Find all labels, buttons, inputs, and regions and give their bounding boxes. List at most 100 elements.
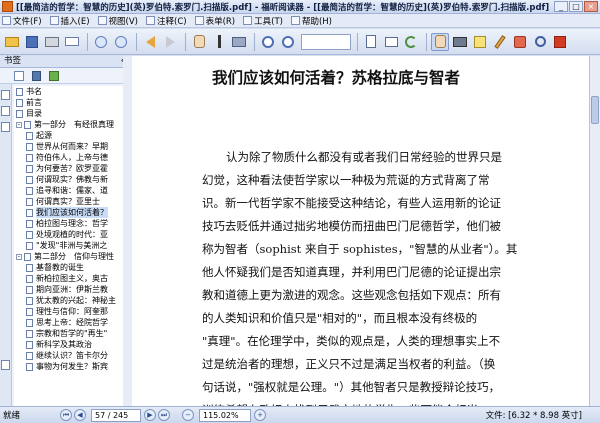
prev-page-nav-button[interactable]: ◀ bbox=[74, 409, 86, 421]
bookmark-item[interactable]: 理性与信仰：阿奎那 bbox=[14, 306, 126, 317]
bookmark-item[interactable]: 符伯伟人，上帝与德 bbox=[14, 152, 126, 163]
bookmark-item[interactable]: 前言 bbox=[14, 97, 126, 108]
search-button[interactable] bbox=[531, 33, 549, 51]
bookmark-item[interactable]: 何谓真实？亚里士 bbox=[14, 196, 126, 207]
last-page-nav-button[interactable]: ⏭ bbox=[158, 409, 170, 421]
bookmark-properties-icon[interactable] bbox=[49, 70, 59, 81]
stamp-button[interactable] bbox=[511, 33, 529, 51]
menu-file[interactable]: 文件(F) bbox=[2, 15, 42, 27]
first-page-nav-button[interactable]: ⏮ bbox=[60, 409, 72, 421]
form-icon bbox=[194, 16, 204, 25]
scrollbar-thumb[interactable] bbox=[591, 96, 599, 124]
comments-tab-icon[interactable] bbox=[1, 122, 10, 132]
hand-pan-button[interactable] bbox=[431, 32, 449, 51]
fit-page-button[interactable] bbox=[362, 33, 380, 51]
collapse-icon[interactable]: - bbox=[16, 121, 22, 128]
fit-width-button[interactable] bbox=[382, 33, 400, 51]
bookmark-item[interactable]: 新科学及其政治 bbox=[14, 339, 126, 350]
bookmark-label: 何谓现实？佛教与新 bbox=[36, 175, 108, 184]
toolbar-separator bbox=[136, 32, 137, 51]
minimize-button[interactable]: _ bbox=[554, 1, 568, 12]
menu-tools[interactable]: 工具(T) bbox=[243, 15, 283, 27]
forward-button[interactable] bbox=[161, 33, 179, 51]
bookmark-item[interactable]: 柏拉图与理念：哲学 bbox=[14, 218, 126, 229]
pdf-tools-button[interactable] bbox=[551, 33, 569, 51]
maximize-button[interactable]: □ bbox=[569, 1, 583, 12]
bookmark-item[interactable]: 思考上帝：经院哲学 bbox=[14, 317, 126, 328]
bookmark-item[interactable]: 新柏拉图主义，奥古 bbox=[14, 273, 126, 284]
bookmark-label: 符伯伟人，上帝与德 bbox=[36, 153, 108, 162]
save-button[interactable] bbox=[23, 33, 41, 51]
bookmark-item[interactable]: 宗教和哲学的"再生" bbox=[14, 328, 126, 339]
bookmark-item[interactable]: 期向亚洲：伊斯兰教 bbox=[14, 284, 126, 295]
bookmark-label: 继续认识？笛卡尔分 bbox=[36, 351, 108, 360]
collapse-icon[interactable]: - bbox=[16, 253, 22, 260]
next-page-nav-button[interactable]: ▶ bbox=[144, 409, 156, 421]
menu-comment[interactable]: 注释(C) bbox=[146, 15, 187, 27]
layers-tab-icon[interactable] bbox=[1, 360, 10, 370]
text-line: 教和道德上更为激进的观念。这些观念包括如下观点：所有 bbox=[202, 288, 501, 302]
bookmark-item[interactable]: 为何要苦？欧罗亚霍 bbox=[14, 163, 126, 174]
bookmark-label: 起源 bbox=[36, 131, 52, 140]
first-page-button[interactable] bbox=[92, 33, 110, 51]
select-text-button[interactable] bbox=[210, 33, 228, 51]
bookmark-label: 目录 bbox=[26, 109, 42, 118]
email-button[interactable] bbox=[63, 33, 81, 51]
menu-help[interactable]: 帮助(H) bbox=[290, 15, 332, 27]
bookmark-label: 追寻和谐：儒家、道 bbox=[36, 186, 108, 195]
zoom-in-button[interactable] bbox=[259, 33, 277, 51]
bookmark-item[interactable]: 继续认识？笛卡尔分 bbox=[14, 350, 126, 361]
bookmark-item[interactable]: - 第一部分 有经很真理 bbox=[14, 119, 126, 130]
bookmark-item[interactable]: 目录 bbox=[14, 108, 126, 119]
zoom-dropdown[interactable] bbox=[301, 33, 351, 50]
bookmark-icon bbox=[26, 153, 33, 162]
bookmark-item[interactable]: "发现"非洲与美洲之 bbox=[14, 240, 126, 251]
snapshot-button[interactable] bbox=[230, 33, 248, 51]
note-button[interactable] bbox=[471, 33, 489, 51]
bookmark-item[interactable]: - 第二部分 信仰与理性 bbox=[14, 251, 126, 262]
bookmark-item[interactable]: 处境观植的时代：亚 bbox=[14, 229, 126, 240]
document-view[interactable]: 我们应该如何活着？苏格拉底与智者 认为除了物质什么都没有或者我们日常经验的世界只… bbox=[132, 56, 589, 406]
zoom-level-field[interactable]: 115.02% bbox=[199, 408, 251, 422]
bookmark-icon bbox=[26, 230, 33, 239]
bookmark-icon bbox=[26, 307, 33, 316]
bookmark-item[interactable]: 我们应该如何活着？ bbox=[14, 207, 126, 218]
open-button[interactable] bbox=[3, 33, 21, 51]
back-button[interactable] bbox=[141, 33, 159, 51]
view-icon bbox=[97, 16, 107, 25]
last-page-button[interactable] bbox=[112, 33, 130, 51]
bookmark-item[interactable]: 起源 bbox=[14, 130, 126, 141]
menu-insert[interactable]: 插入(E) bbox=[49, 15, 90, 27]
bookmark-item[interactable]: 追寻和谐：儒家、道 bbox=[14, 185, 126, 196]
menu-form[interactable]: 表单(R) bbox=[194, 15, 235, 27]
bookmark-item[interactable]: 何谓现实？佛教与新 bbox=[14, 174, 126, 185]
panel-splitter[interactable] bbox=[123, 56, 132, 406]
bookmark-tab-icon[interactable] bbox=[1, 90, 10, 100]
bookmark-label: 新科学及其政治 bbox=[36, 340, 92, 349]
zoom-out-button[interactable] bbox=[279, 33, 297, 51]
zoom-out-icon bbox=[282, 35, 294, 48]
print-button[interactable] bbox=[43, 33, 61, 51]
delete-bookmark-icon[interactable] bbox=[32, 70, 41, 81]
zoom-out-nav-button[interactable]: − bbox=[182, 409, 194, 421]
bookmark-item[interactable]: 世界从何而来？早期 bbox=[14, 141, 126, 152]
pages-tab-icon[interactable] bbox=[1, 106, 10, 116]
highlight-button[interactable] bbox=[491, 33, 509, 51]
fit-page-icon bbox=[366, 35, 376, 48]
close-button[interactable]: × bbox=[584, 1, 598, 12]
typewriter-button[interactable] bbox=[451, 33, 469, 51]
document-scrollbar[interactable] bbox=[589, 56, 600, 406]
expand-bookmark-icon[interactable] bbox=[14, 70, 24, 81]
note-icon bbox=[474, 35, 486, 48]
menu-view[interactable]: 视图(V) bbox=[97, 15, 138, 27]
bookmark-icon bbox=[26, 131, 33, 140]
bookmark-item[interactable]: 犹太教的兴起：神秘主 bbox=[14, 295, 126, 306]
bookmark-item[interactable]: 事物为何发生？斯宾 bbox=[14, 361, 126, 372]
page-number-field[interactable]: 57 / 245 bbox=[91, 408, 141, 422]
bookmark-item[interactable]: 基督教的诞生 bbox=[14, 262, 126, 273]
bookmark-item[interactable]: 书名 bbox=[14, 86, 126, 97]
zoom-in-nav-button[interactable]: + bbox=[254, 409, 266, 421]
rotate-button[interactable] bbox=[402, 33, 420, 51]
toolbar-separator bbox=[254, 32, 255, 51]
hand-tool-button[interactable] bbox=[190, 33, 208, 51]
